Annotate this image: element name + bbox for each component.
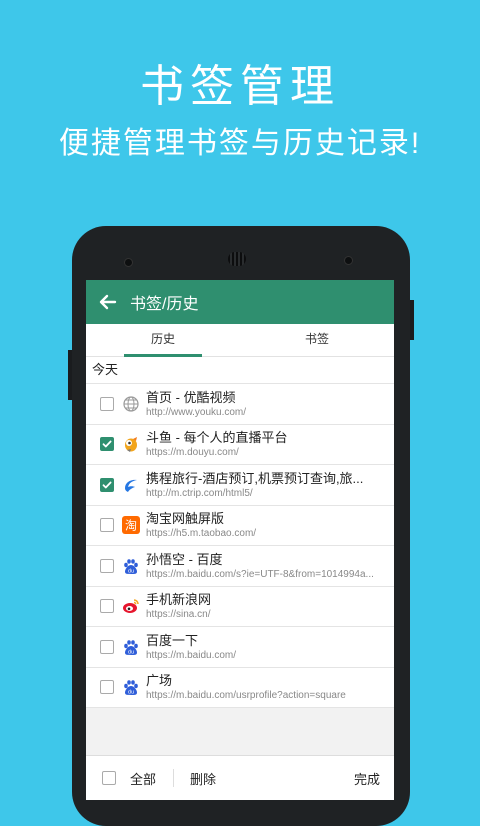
- taobao-icon: 淘: [122, 516, 140, 535]
- item-texts: 携程旅行-酒店预订,机票预订查询,旅... http://m.ctrip.com/…: [146, 470, 394, 500]
- item-url: https://m.baidu.com/usrprofile?action=sq…: [146, 690, 346, 702]
- select-all-label[interactable]: 全部: [130, 769, 156, 788]
- tab-bookmarks[interactable]: 书签: [240, 324, 394, 356]
- app-bar: 书签/历史: [86, 280, 394, 324]
- baidu-icon: du: [122, 638, 140, 656]
- tab-bar: 历史 书签: [86, 324, 394, 357]
- item-title: 孙悟空 - 百度: [146, 551, 223, 567]
- list-item[interactable]: du 百度一下 https://m.baidu.com/: [86, 627, 394, 668]
- item-url: https://sina.cn/: [146, 609, 211, 621]
- baidu-icon: du: [122, 557, 140, 575]
- douyu-icon: [122, 435, 140, 453]
- list-item[interactable]: 携程旅行-酒店预订,机票预订查询,旅... http://m.ctrip.com/…: [86, 465, 394, 506]
- item-texts: 百度一下 https://m.baidu.com/: [146, 632, 394, 662]
- list-item[interactable]: 手机新浪网 https://sina.cn/: [86, 587, 394, 627]
- select-all-checkbox[interactable]: [102, 771, 116, 785]
- list-item[interactable]: du 孙悟空 - 百度 https://m.baidu.com/s?ie=UTF-8…: [86, 546, 394, 587]
- item-checkbox[interactable]: [100, 680, 114, 695]
- item-url: https://m.baidu.com/: [146, 649, 237, 661]
- volume-button: [68, 350, 72, 400]
- app-screen: 书签/历史 历史 书签 今天 首页 - 优酷视频 http://www.youku…: [86, 280, 394, 800]
- item-checkbox[interactable]: [100, 437, 114, 452]
- list-item[interactable]: 斗鱼 - 每个人的直播平台 https://m.douyu.com/: [86, 425, 394, 465]
- item-texts: 淘宝网触屏版 https://h5.m.taobao.com/: [146, 510, 394, 540]
- item-texts: 首页 - 优酷视频 http://www.youku.com/: [146, 389, 394, 419]
- history-list: 首页 - 优酷视频 http://www.youku.com/斗鱼 - 每个人的直…: [86, 384, 394, 708]
- checkmark-icon: [102, 481, 112, 489]
- item-texts: 广场 https://m.baidu.com/usrprofile?action=…: [146, 672, 394, 702]
- item-checkbox[interactable]: [100, 518, 114, 533]
- item-url: https://m.douyu.com/: [146, 447, 239, 459]
- checkmark-icon: [102, 440, 112, 448]
- item-title: 淘宝网触屏版: [146, 511, 225, 527]
- list-item[interactable]: du 广场 https://m.baidu.com/usrprofile?actio…: [86, 668, 394, 708]
- item-url: https://m.baidu.com/s?ie=UTF-8&from=1014…: [146, 568, 374, 580]
- app-bar-title: 书签/历史: [130, 296, 199, 313]
- done-button[interactable]: 完成: [354, 769, 380, 788]
- item-title: 广场: [146, 673, 173, 689]
- svg-text:du: du: [128, 649, 134, 655]
- back-button[interactable]: [86, 280, 130, 324]
- item-texts: 斗鱼 - 每个人的直播平台 https://m.douyu.com/: [146, 429, 394, 459]
- list-item[interactable]: 首页 - 优酷视频 http://www.youku.com/: [86, 384, 394, 425]
- item-checkbox[interactable]: [100, 477, 114, 492]
- item-checkbox[interactable]: [100, 396, 114, 411]
- section-header-today: 今天: [86, 357, 394, 384]
- delete-button[interactable]: 删除: [190, 769, 216, 788]
- item-title: 手机新浪网: [146, 592, 212, 608]
- item-title: 首页 - 优酷视频: [146, 389, 236, 405]
- front-camera-icon: [124, 258, 133, 267]
- item-texts: 手机新浪网 https://sina.cn/: [146, 591, 394, 621]
- list-item[interactable]: 淘淘宝网触屏版 https://h5.m.taobao.com/: [86, 506, 394, 546]
- promo-title: 书签管理: [140, 62, 340, 111]
- item-title: 携程旅行-酒店预订,机票预订查询,旅...: [146, 470, 364, 486]
- item-checkbox[interactable]: [100, 599, 114, 614]
- svg-text:du: du: [128, 568, 134, 574]
- item-checkbox[interactable]: [100, 558, 114, 573]
- item-url: https://h5.m.taobao.com/: [146, 528, 257, 540]
- item-url: http://www.youku.com/: [146, 406, 247, 418]
- item-url: http://m.ctrip.com/html5/: [146, 487, 253, 499]
- bottom-action-bar: 全部 删除 完成: [86, 755, 394, 800]
- arrow-left-icon: [99, 294, 117, 310]
- tab-history[interactable]: 历史: [86, 324, 240, 357]
- item-checkbox[interactable]: [100, 639, 114, 654]
- svg-text:淘: 淘: [125, 519, 137, 533]
- sensor-icon: [344, 256, 353, 265]
- power-button: [410, 300, 414, 340]
- promo-subtitle: 便捷管理书签与历史记录!: [58, 127, 422, 160]
- globe-icon: [122, 395, 140, 413]
- speaker-grille: [228, 252, 246, 266]
- item-texts: 孙悟空 - 百度 https://m.baidu.com/s?ie=UTF-8&f…: [146, 551, 394, 581]
- svg-text:du: du: [128, 690, 134, 696]
- weibo-icon: [122, 597, 140, 615]
- ctrip-icon: [122, 476, 140, 494]
- item-title: 百度一下: [146, 632, 199, 648]
- divider: [173, 769, 175, 787]
- item-title: 斗鱼 - 每个人的直播平台: [146, 430, 288, 446]
- baidu-icon: du: [122, 678, 140, 696]
